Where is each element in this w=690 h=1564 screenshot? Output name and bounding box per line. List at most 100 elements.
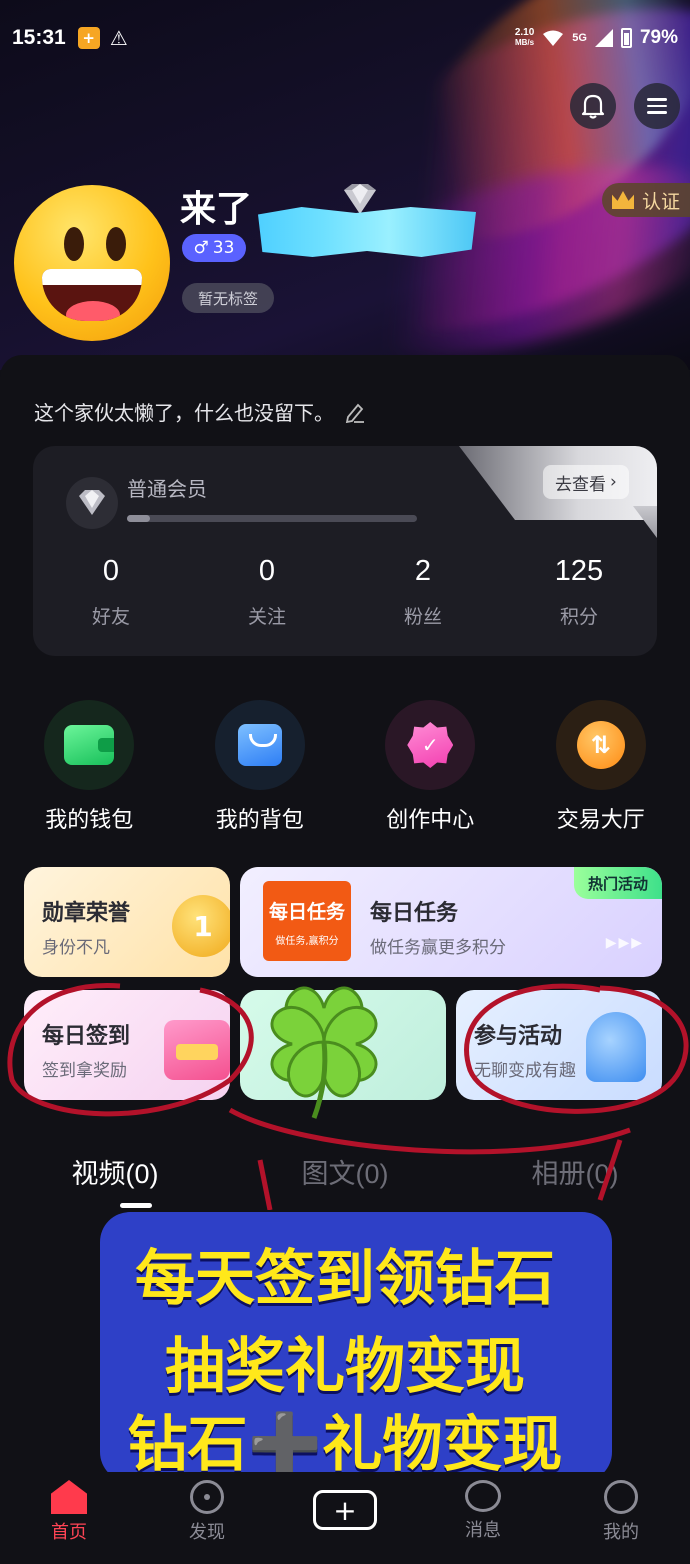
card-subtitle: 做任务赢更多积分 xyxy=(370,938,506,958)
quick-action-label: 我的钱包 xyxy=(45,808,134,833)
join-activity-card[interactable]: 参与活动 无聊变成有趣 xyxy=(456,990,662,1100)
bottom-nav: 首页 发现 + 消息 我的 xyxy=(0,1472,690,1564)
male-icon: ♂ xyxy=(193,238,209,258)
medal-icon: 1 xyxy=(172,895,230,957)
active-tab-indicator xyxy=(120,1203,152,1208)
avatar-eye xyxy=(64,227,84,261)
notifications-button[interactable] xyxy=(570,83,616,129)
bag-icon xyxy=(237,724,282,766)
nav-label: 消息 xyxy=(465,1520,501,1541)
quick-action-backpack[interactable]: 我的背包 xyxy=(175,700,345,834)
stat-label: 好友 xyxy=(91,606,130,628)
promo-line: 钻石➕礼物变现 xyxy=(127,1410,563,1480)
profile-tag[interactable]: 暂无标签 xyxy=(182,283,275,313)
member-progress-fill xyxy=(127,515,151,522)
battery-icon xyxy=(620,28,632,48)
card-title: 每日任务 xyxy=(370,901,459,926)
daily-task-card[interactable]: 每日任务 做任务,赢积分 每日任务 做任务赢更多积分 热门活动 ▶▶▶ xyxy=(240,867,662,977)
crown-icon xyxy=(612,191,634,209)
member-level: 普通会员 xyxy=(127,477,207,501)
tab-posts[interactable]: 图文(0) xyxy=(230,1152,460,1191)
discover-icon xyxy=(190,1480,224,1514)
calendar-icon xyxy=(164,1020,230,1080)
network-speed-value: 2.10 xyxy=(514,27,535,38)
promo-line: 每天签到领钻石 xyxy=(135,1244,555,1314)
stat-friends[interactable]: 0 好友 xyxy=(33,555,189,629)
network-speed: 2.10 MB/s xyxy=(515,28,534,48)
plus-icon: + xyxy=(313,1490,377,1530)
stat-points[interactable]: 125 积分 xyxy=(501,555,657,629)
exchange-coin-icon: ⇅ xyxy=(576,721,625,769)
quick-action-creator-center[interactable]: ✓ 创作中心 xyxy=(345,700,515,834)
nav-home[interactable]: 首页 xyxy=(9,1480,129,1544)
nav-discover[interactable]: 发现 xyxy=(147,1480,267,1544)
tab-albums[interactable]: 相册(0) xyxy=(460,1152,690,1191)
card-title: 参与活动 xyxy=(474,1024,563,1049)
card-subtitle: 身份不凡 xyxy=(42,938,110,958)
warning-icon: ⚠ xyxy=(109,26,128,50)
quick-action-label: 我的背包 xyxy=(215,808,304,833)
redaction-sticker xyxy=(258,207,476,257)
creator-badge-icon: ✓ xyxy=(407,722,454,768)
quick-actions: 我的钱包 我的背包 ✓ 创作中心 ⇅ 交易大厅 xyxy=(0,700,690,834)
network-speed-unit: MB/s xyxy=(514,38,535,47)
quick-action-label: 创作中心 xyxy=(386,808,475,833)
stat-label: 积分 xyxy=(559,606,598,628)
avatar[interactable] xyxy=(14,185,170,341)
status-time: 15:31 xyxy=(12,26,66,49)
avatar-mouth xyxy=(42,269,142,321)
bio[interactable]: 这个家伙太懒了，什么也没留下。 xyxy=(34,397,366,426)
logo-title: 每日任务 xyxy=(268,901,345,923)
view-membership-button[interactable]: 去查看 › xyxy=(543,465,629,499)
stats-row: 0 好友 0 关注 2 粉丝 125 积分 xyxy=(33,555,657,629)
nav-label: 首页 xyxy=(51,1522,87,1543)
stat-label: 粉丝 xyxy=(403,606,442,628)
stat-fans[interactable]: 2 粉丝 xyxy=(345,555,501,629)
username: 来了 xyxy=(180,189,253,230)
activity-bell-icon xyxy=(586,1012,646,1082)
battery-level: 79% xyxy=(639,27,678,48)
menu-icon xyxy=(647,94,667,118)
tab-videos[interactable]: 视频(0) xyxy=(0,1152,230,1191)
menu-button[interactable] xyxy=(634,83,680,129)
card-title: 勋章荣誉 xyxy=(42,901,131,926)
daily-sign-in-card[interactable]: 每日签到 签到拿奖励 xyxy=(24,990,230,1100)
stat-value: 0 xyxy=(258,555,276,587)
stat-value: 0 xyxy=(102,555,120,587)
wifi-icon xyxy=(543,30,564,46)
gender-age-badge: ♂ 33 xyxy=(182,234,246,262)
message-icon xyxy=(465,1480,501,1512)
clover-sticker xyxy=(270,986,378,1119)
app-notification-icon: + xyxy=(77,27,100,49)
nav-me[interactable]: 我的 xyxy=(561,1480,681,1544)
stat-following[interactable]: 0 关注 xyxy=(189,555,345,629)
signal-icon xyxy=(594,29,613,47)
daily-task-logo: 每日任务 做任务,赢积分 xyxy=(263,881,351,961)
stat-label: 关注 xyxy=(247,606,286,628)
quick-action-wallet[interactable]: 我的钱包 xyxy=(4,700,174,834)
stat-value: 125 xyxy=(554,555,604,587)
diamond-icon xyxy=(66,477,118,529)
stat-value: 2 xyxy=(414,555,432,587)
quick-action-trading-hall[interactable]: ⇅ 交易大厅 xyxy=(516,700,686,834)
quick-action-label: 交易大厅 xyxy=(556,808,645,833)
bell-icon xyxy=(581,94,605,119)
age-value: 33 xyxy=(212,238,235,258)
avatar-eye xyxy=(106,227,126,261)
nav-label: 发现 xyxy=(189,1522,225,1543)
medal-honor-card[interactable]: 勋章荣誉 身份不凡 1 xyxy=(24,867,230,977)
view-membership-label: 去查看 xyxy=(555,474,606,495)
card-title: 每日签到 xyxy=(42,1024,131,1049)
bio-text: 这个家伙太懒了，什么也没留下。 xyxy=(34,401,334,425)
card-subtitle: 签到拿奖励 xyxy=(42,1061,127,1081)
nav-create[interactable]: + xyxy=(285,1480,405,1530)
network-type: 5G xyxy=(572,32,587,44)
edit-icon[interactable] xyxy=(344,401,366,423)
member-progress-bar xyxy=(127,515,417,522)
content-tabs: 视频(0) 图文(0) 相册(0) xyxy=(0,1152,690,1191)
nav-messages[interactable]: 消息 xyxy=(423,1480,543,1542)
verify-label: 认证 xyxy=(642,190,681,213)
wallet-icon xyxy=(64,725,115,765)
promo-line: 抽奖礼物变现 xyxy=(165,1332,525,1402)
verify-button[interactable]: 认证 xyxy=(602,183,690,217)
